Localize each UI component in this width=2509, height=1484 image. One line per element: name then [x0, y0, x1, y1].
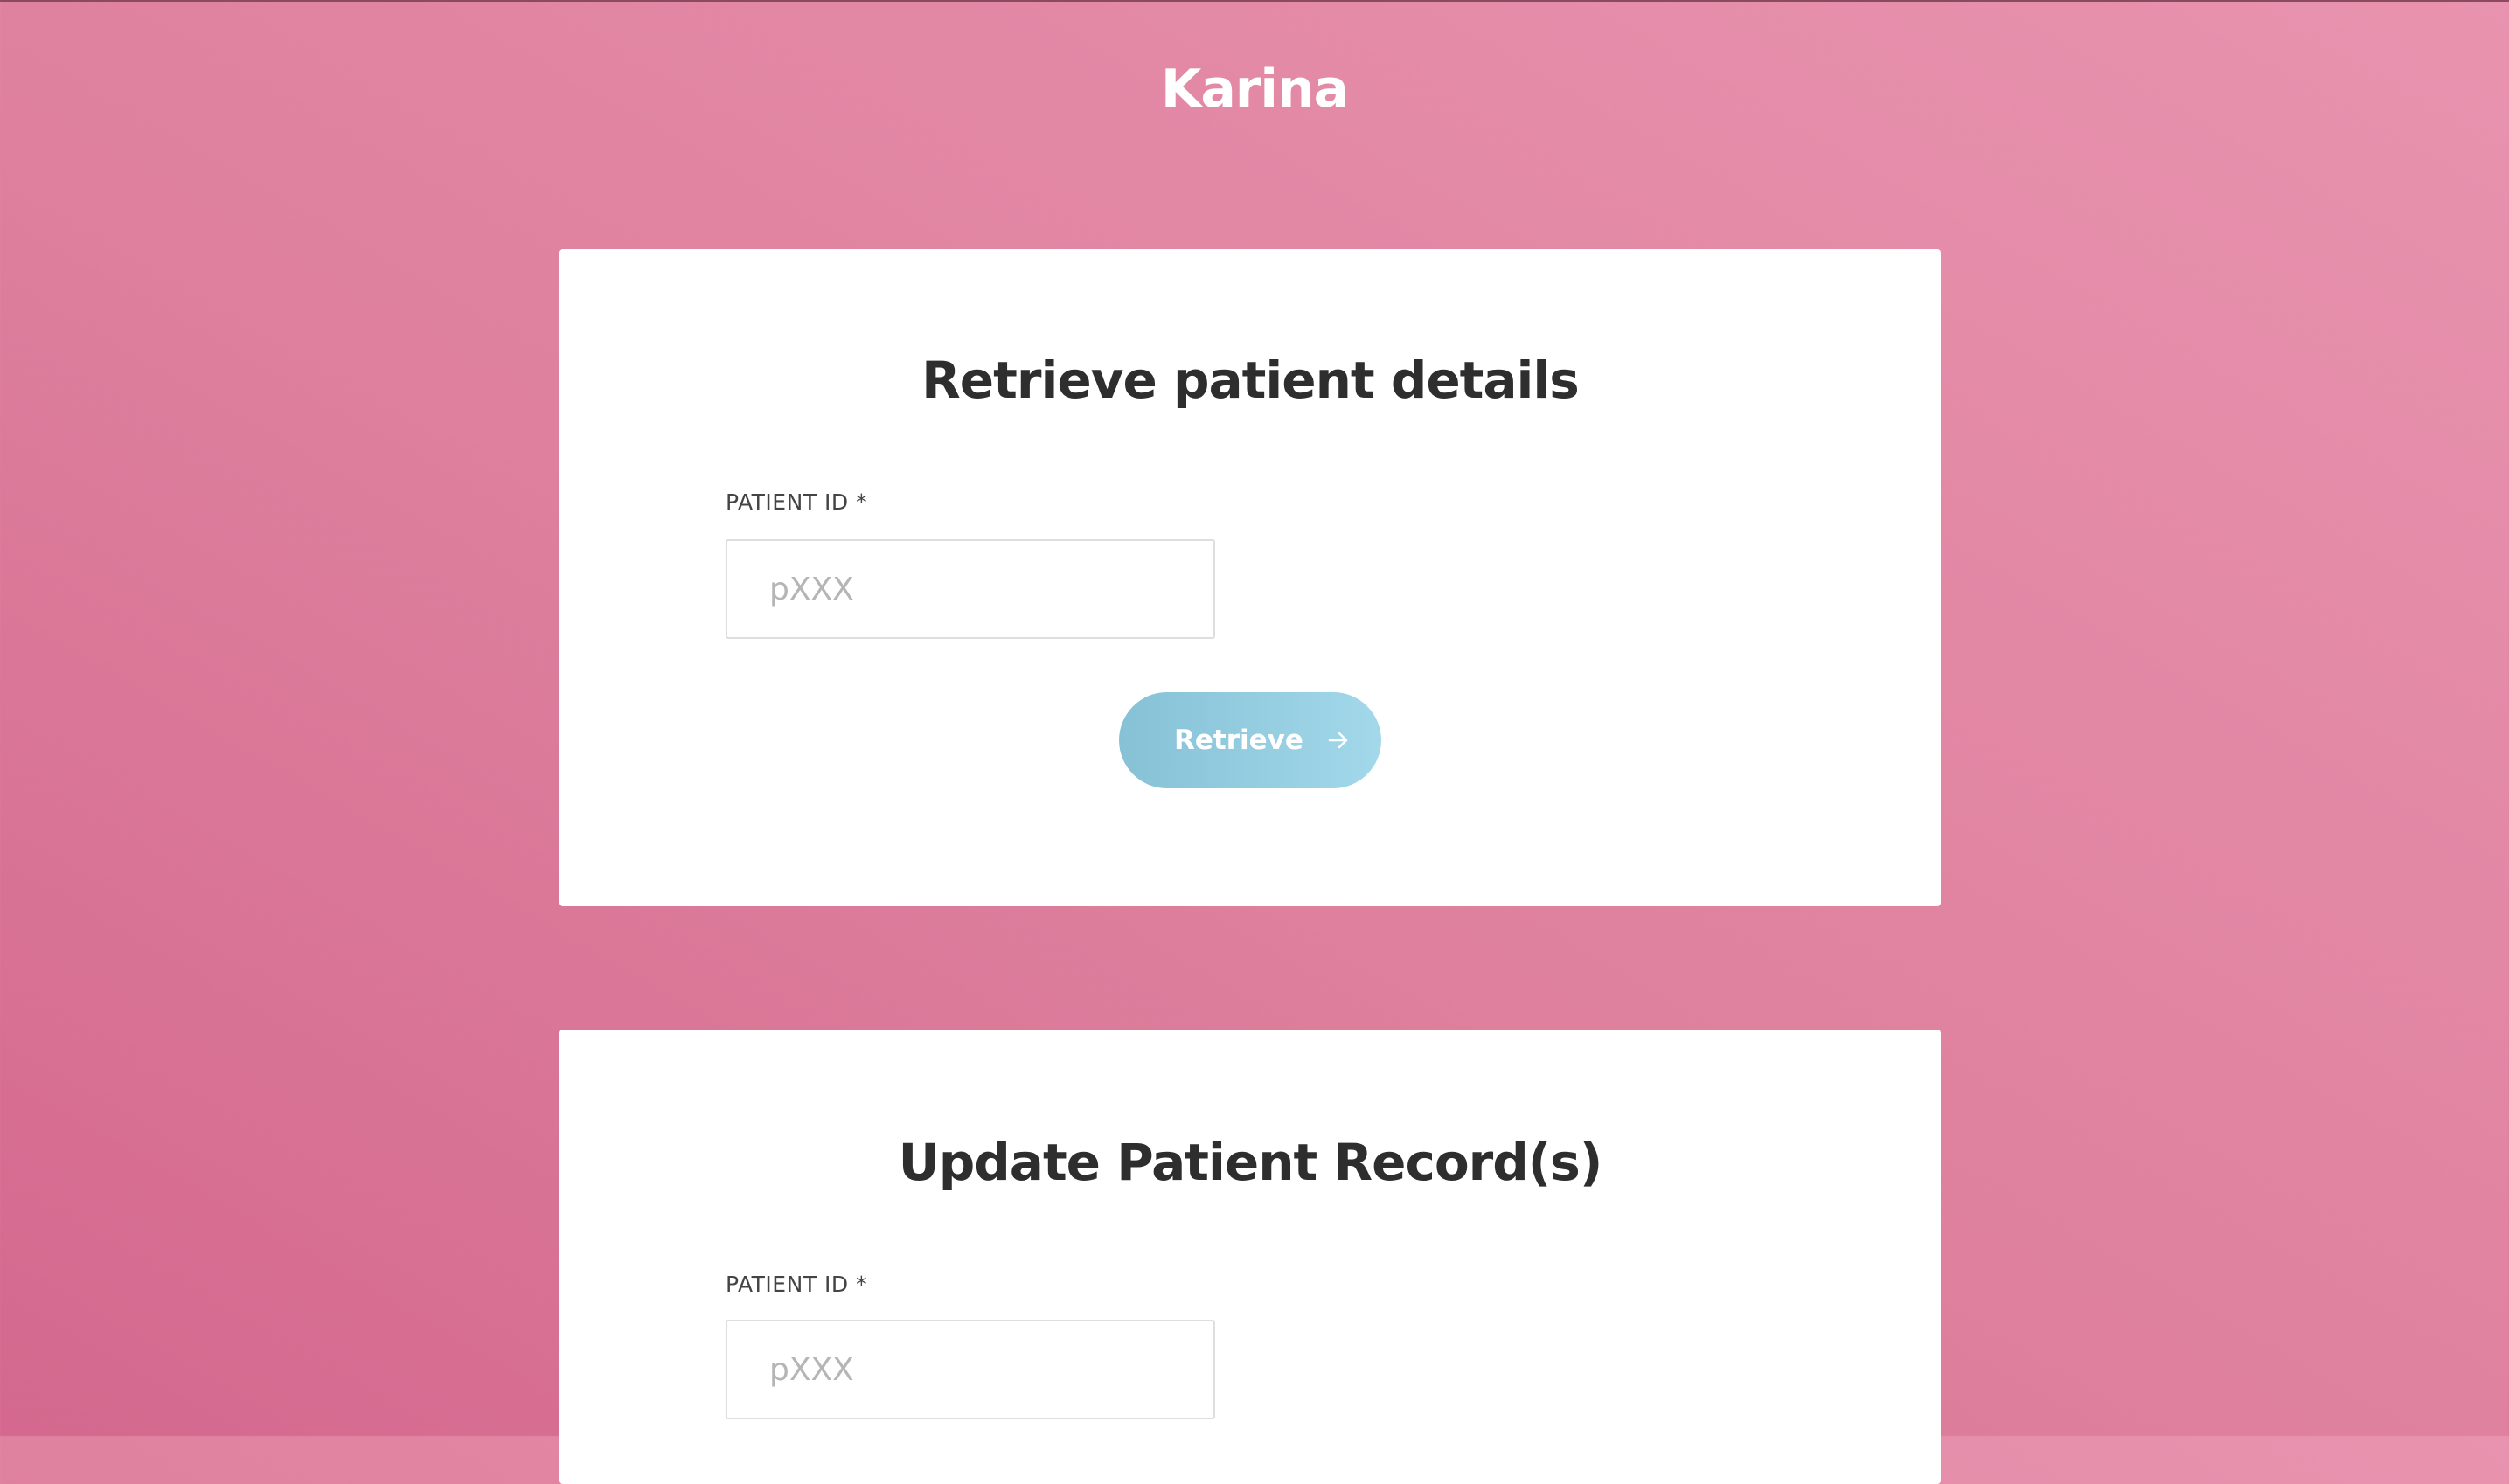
arrow-right-icon: [1328, 732, 1348, 749]
update-card-heading: Update Patient Record(s): [898, 1133, 1603, 1192]
retrieve-patient-card: Retrieve patient details PATIENT ID * Re…: [559, 249, 1941, 906]
update-patient-id-label: PATIENT ID *: [726, 1272, 868, 1297]
retrieve-button-label: Retrieve: [1174, 725, 1303, 756]
update-patient-card: Update Patient Record(s) PATIENT ID *: [559, 1030, 1941, 1484]
retrieve-patient-id-label: PATIENT ID *: [726, 489, 868, 515]
update-patient-id-input[interactable]: [726, 1320, 1215, 1419]
retrieve-button[interactable]: Retrieve: [1119, 692, 1381, 788]
top-border: [0, 0, 2509, 2]
retrieve-card-heading: Retrieve patient details: [921, 350, 1580, 410]
app-title: Karina: [1160, 59, 1349, 120]
retrieve-patient-id-input[interactable]: [726, 539, 1215, 639]
